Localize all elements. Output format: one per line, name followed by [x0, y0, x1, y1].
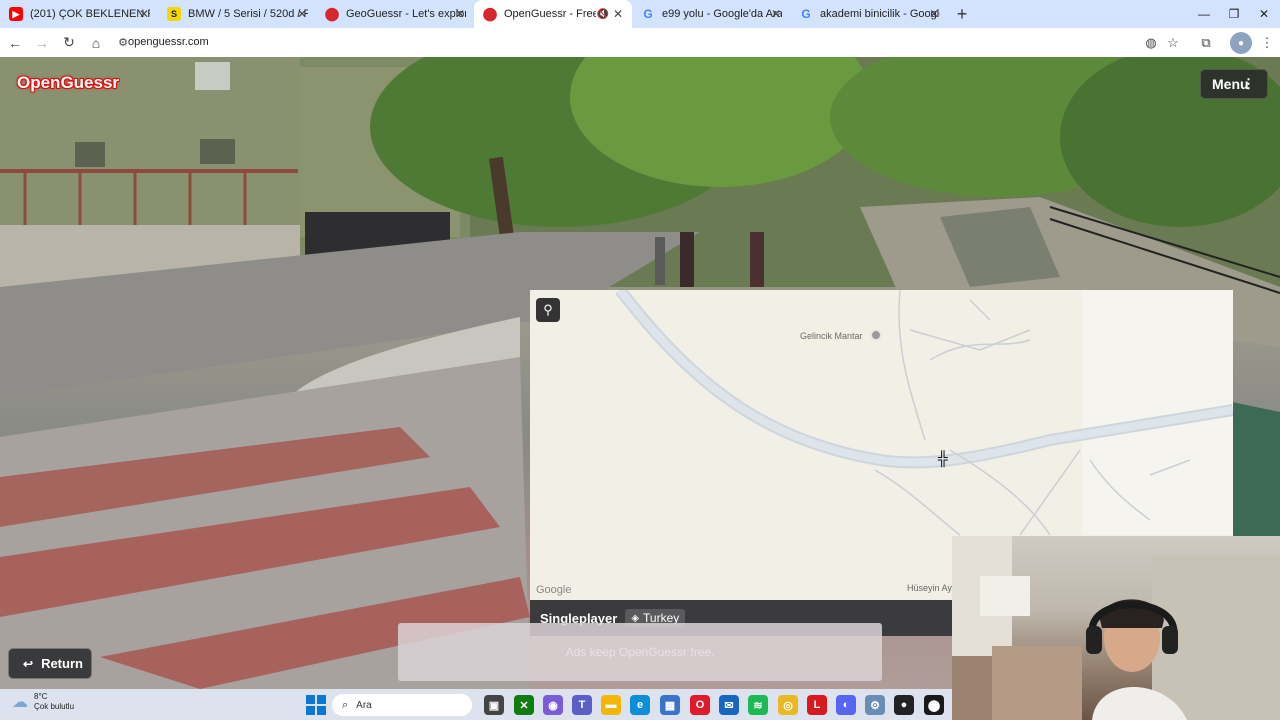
teams-icon[interactable]: T — [572, 695, 592, 715]
geoguessr-pin-icon: ⬤ — [324, 6, 340, 21]
map-settings-icon[interactable]: ⚲ — [536, 298, 560, 322]
home-icon[interactable]: ⌂ — [84, 31, 108, 55]
weather-description: Çok bulutlu — [34, 702, 75, 711]
map-cursor-icon: ╬ — [938, 450, 948, 466]
edge-icon[interactable]: e — [630, 695, 650, 715]
windows-taskbar: ☁ 8°C Çok bulutlu ⌕ Ara ▣ ✕ ◉ T ▬ e ▦ O … — [0, 689, 952, 720]
settings-gear-icon[interactable]: ⚙ — [865, 695, 885, 715]
openguessr-logo[interactable]: OpenGuessr — [17, 73, 119, 93]
google-attribution: Google — [536, 584, 572, 596]
address-bar[interactable]: openguessr.com — [128, 36, 209, 48]
ad-text: Ads keep OpenGuessr free. — [565, 645, 715, 659]
copilot-icon[interactable]: ◉ — [543, 695, 563, 715]
browser-tab-strip: ▶ (201) ÇOK BEKLENEN PSİKOLOJİ ✕ S BMW /… — [0, 0, 1280, 28]
close-tab-icon[interactable]: ✕ — [452, 6, 468, 22]
app-l-icon[interactable]: L — [807, 695, 827, 715]
search-placeholder: Ara — [356, 699, 372, 711]
opera-icon[interactable]: O — [690, 695, 710, 715]
return-button[interactable]: ↩ Return — [8, 648, 92, 679]
temperature: 8°C — [34, 692, 48, 701]
webcam-scene — [952, 536, 1280, 720]
chrome-icon[interactable]: ◎ — [778, 695, 798, 715]
tab-youtube[interactable]: ▶ (201) ÇOK BEKLENEN PSİKOLOJİ ✕ — [0, 0, 158, 28]
back-arrow-icon[interactable]: ← — [3, 31, 27, 55]
tracking-protection-icon[interactable]: ◍ — [1140, 32, 1162, 54]
youtube-icon: ▶ — [9, 7, 23, 21]
restore-icon[interactable]: ❐ — [1218, 0, 1250, 28]
mail-icon[interactable]: ✉ — [719, 695, 739, 715]
bookmark-star-icon[interactable]: ☆ — [1162, 32, 1184, 54]
new-tab-button[interactable]: + — [948, 0, 976, 28]
store-icon[interactable]: ▦ — [660, 695, 680, 715]
street-label: Hüseyin Ay — [907, 583, 952, 593]
extensions-icon[interactable]: ⧉ — [1195, 32, 1217, 54]
ad-banner[interactable]: Ads keep OpenGuessr free. — [398, 623, 882, 681]
return-arrow-icon: ↩ — [23, 656, 34, 671]
openguessr-pin-icon: ⬤ — [482, 6, 498, 21]
xbox-icon[interactable]: ✕ — [514, 695, 534, 715]
tab-title: GeoGuessr - Let's explore the w — [346, 8, 466, 20]
file-explorer-icon[interactable]: ▬ — [601, 695, 621, 715]
tab-google-search-akademi[interactable]: G akademi binicilik - Google'da A ✕ — [790, 0, 948, 28]
search-icon: ⌕ — [342, 698, 349, 711]
close-tab-icon[interactable]: ✕ — [294, 6, 310, 22]
poi-pin-icon[interactable] — [870, 329, 882, 341]
close-tab-icon[interactable]: ✕ — [926, 6, 942, 22]
google-icon: G — [643, 7, 653, 21]
forward-arrow-icon[interactable]: → — [30, 31, 54, 55]
sahibinden-icon: S — [167, 7, 181, 21]
screen: ▶ (201) ÇOK BEKLENEN PSİKOLOJİ ✕ S BMW /… — [0, 0, 1280, 720]
google-icon: G — [801, 7, 811, 21]
close-window-icon[interactable]: ✕ — [1248, 0, 1280, 28]
reload-icon[interactable]: ↻ — [57, 31, 81, 55]
layers-icon: ◈ — [631, 612, 640, 624]
kebab-menu-icon: ⋮ — [1242, 76, 1255, 91]
discord-icon[interactable]: ◐ — [836, 695, 856, 715]
tab-title: e99 yolu - Google'da Ara — [662, 8, 782, 20]
browser-menu-icon[interactable]: ⋮ — [1256, 32, 1278, 54]
spotify-icon[interactable]: ≋ — [748, 695, 768, 715]
tab-title: akademi binicilik - Google'da A — [820, 8, 940, 20]
taskbar-search[interactable]: ⌕ Ara — [332, 694, 472, 716]
return-label: Return — [41, 656, 83, 671]
tab-openguessr[interactable]: ⬤ OpenGuessr - Free GeoGues 🔇 ✕ — [474, 0, 632, 28]
tab-geoguessr[interactable]: ⬤ GeoGuessr - Let's explore the w ✕ — [316, 0, 474, 28]
muted-speaker-icon[interactable]: 🔇 — [596, 6, 610, 22]
menu-button[interactable]: Menu ⋮ — [1200, 69, 1268, 99]
browser-toolbar: ← → ↻ ⌂ ⚙ openguessr.com ◍ ☆ ⧉ ● ⋮ — [0, 28, 1280, 57]
pin-app-icon[interactable]: ⬤ — [924, 695, 944, 715]
close-tab-icon[interactable]: ✕ — [610, 6, 626, 22]
tab-sahibinden[interactable]: S BMW / 5 Serisi / 520d / Premium ✕ — [158, 0, 316, 28]
close-tab-icon[interactable]: ✕ — [136, 6, 152, 22]
close-tab-icon[interactable]: ✕ — [768, 6, 784, 22]
windows-start-icon[interactable] — [306, 695, 326, 715]
profile-avatar[interactable]: ● — [1230, 32, 1252, 54]
cloud-icon: ☁ — [12, 694, 28, 711]
tab-title: BMW / 5 Serisi / 520d / Premium — [188, 8, 308, 20]
minimize-icon[interactable]: — — [1188, 0, 1220, 28]
webcam-overlay — [952, 536, 1280, 720]
task-view-icon[interactable]: ▣ — [484, 695, 504, 715]
poi-label[interactable]: Gelincik Mantar — [800, 331, 863, 341]
tab-title: (201) ÇOK BEKLENEN PSİKOLOJİ — [30, 8, 150, 20]
tab-google-search-e99[interactable]: G e99 yolu - Google'da Ara ✕ — [632, 0, 790, 28]
app-dark-icon[interactable]: ● — [894, 695, 914, 715]
weather-widget[interactable]: ☁ 8°C Çok bulutlu — [12, 692, 74, 712]
